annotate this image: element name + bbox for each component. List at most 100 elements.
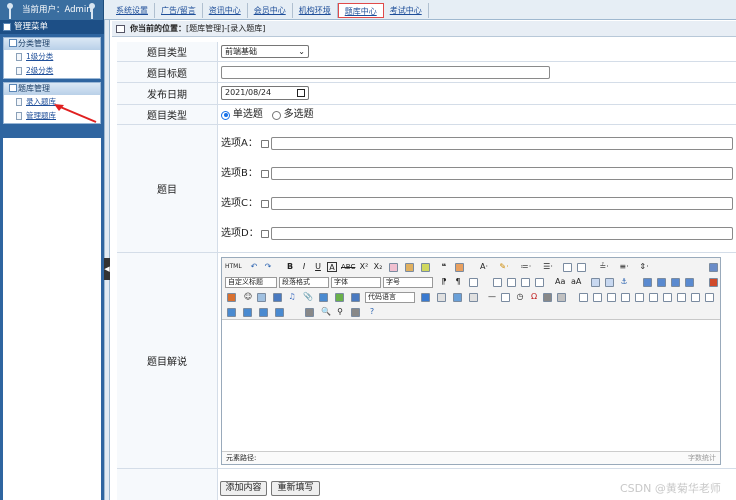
delete-table-icon[interactable]: [593, 293, 602, 302]
horizontal-rule-icon[interactable]: —: [487, 291, 497, 303]
merge-cells-icon[interactable]: [677, 293, 686, 302]
simple-upload-icon[interactable]: [709, 278, 718, 287]
image-left-icon[interactable]: [657, 278, 666, 287]
row-spacing-bottom-icon[interactable]: ≡·: [617, 261, 631, 273]
undo-icon[interactable]: ↶: [249, 261, 259, 273]
nav-tab-environment[interactable]: 机构环境: [293, 3, 338, 18]
format-painter-icon[interactable]: [405, 263, 414, 272]
fullscreen-icon[interactable]: [709, 263, 718, 272]
scrawl-icon[interactable]: [257, 293, 266, 302]
align-center-icon[interactable]: [507, 278, 516, 287]
font-size-dropdown[interactable]: 字号: [383, 277, 433, 288]
radio-single[interactable]: [221, 111, 230, 120]
option-d-input[interactable]: [271, 227, 733, 240]
split-to-cols-icon[interactable]: [259, 308, 268, 317]
option-a-input[interactable]: [271, 137, 733, 150]
bold-icon[interactable]: B: [285, 261, 295, 273]
row-spacing-top-icon[interactable]: ≟·: [597, 261, 611, 273]
nav-tab-question-bank[interactable]: 题库中心: [338, 3, 384, 18]
insert-frame-icon[interactable]: [319, 293, 328, 302]
insert-code-icon[interactable]: [351, 293, 360, 302]
merge-right-icon[interactable]: [691, 293, 700, 302]
font-family-dropdown[interactable]: 字体: [331, 277, 381, 288]
drafts-icon[interactable]: [351, 308, 360, 317]
calendar-icon[interactable]: [297, 89, 305, 97]
option-b-input[interactable]: [271, 167, 733, 180]
unordered-list-icon[interactable]: ☰·: [541, 261, 555, 273]
option-b-checkbox[interactable]: [261, 170, 269, 178]
insert-video-icon[interactable]: [273, 293, 282, 302]
redo-icon[interactable]: ↷: [263, 261, 273, 273]
auto-typeset-icon[interactable]: [421, 263, 430, 272]
date-icon[interactable]: [501, 293, 510, 302]
background-icon[interactable]: [453, 293, 462, 302]
radio-multiple[interactable]: [272, 111, 281, 120]
sidebar-item-level1[interactable]: 1级分类: [4, 50, 100, 64]
delete-row-icon[interactable]: [635, 293, 644, 302]
nav-tab-ads[interactable]: 广告/留言: [155, 3, 203, 18]
collapse-arrow-icon[interactable]: ◀: [104, 258, 110, 280]
eraser-icon[interactable]: [389, 263, 398, 272]
split-to-cells-icon[interactable]: [227, 308, 236, 317]
option-c-checkbox[interactable]: [261, 200, 269, 208]
html-source-icon[interactable]: HTML: [225, 261, 239, 273]
option-a-checkbox[interactable]: [261, 140, 269, 148]
music-icon[interactable]: ♫: [287, 291, 297, 303]
border-text-icon[interactable]: A: [327, 262, 337, 272]
image-right-icon[interactable]: [671, 278, 680, 287]
delete-col-icon[interactable]: [663, 293, 672, 302]
strikethrough-icon[interactable]: ABC: [341, 261, 355, 273]
option-d-checkbox[interactable]: [261, 230, 269, 238]
italic-icon[interactable]: I: [299, 261, 309, 273]
insert-col-icon[interactable]: [649, 293, 658, 302]
paragraph-format-dropdown[interactable]: 段落格式: [279, 277, 329, 288]
align-left-icon[interactable]: [493, 278, 502, 287]
nav-tab-system[interactable]: 系统设置: [110, 3, 155, 18]
link-icon[interactable]: [591, 278, 600, 287]
date-input[interactable]: 2021/08/24: [221, 86, 309, 100]
preview-icon[interactable]: 🔍: [321, 306, 331, 318]
charts-icon[interactable]: [275, 308, 284, 317]
print-icon[interactable]: [305, 308, 314, 317]
code-language-dropdown[interactable]: 代码语言: [365, 292, 415, 303]
insert-row-icon[interactable]: [621, 293, 630, 302]
anchor-icon[interactable]: ⚓: [619, 276, 629, 288]
paste-plain-icon[interactable]: [455, 263, 464, 272]
blockquote-icon[interactable]: ❝: [439, 261, 449, 273]
emotion-icon[interactable]: ☺: [243, 291, 253, 303]
search-replace-icon[interactable]: ⚲: [335, 306, 345, 318]
subscript-icon[interactable]: X₂: [373, 261, 383, 273]
template-icon[interactable]: [437, 293, 446, 302]
reset-button[interactable]: 重新填写: [271, 481, 320, 496]
image-center-icon[interactable]: [685, 278, 694, 287]
snapscreen-icon[interactable]: [543, 293, 552, 302]
unlink-icon[interactable]: [605, 278, 614, 287]
special-chars-icon[interactable]: Ω: [529, 291, 539, 303]
ltr-icon[interactable]: ⁋: [439, 276, 449, 288]
image-none-icon[interactable]: [643, 278, 652, 287]
to-uppercase-icon[interactable]: Aa: [555, 276, 565, 288]
time-icon[interactable]: ◷: [515, 291, 525, 303]
split-to-rows-icon[interactable]: [243, 308, 252, 317]
align-justify-icon[interactable]: [535, 278, 544, 287]
align-right-icon[interactable]: [521, 278, 530, 287]
nav-tab-news[interactable]: 资讯中心: [203, 3, 248, 18]
title-input[interactable]: [221, 66, 550, 79]
submit-button[interactable]: 添加内容: [220, 481, 267, 496]
underline-icon[interactable]: U: [313, 261, 323, 273]
clear-doc-icon[interactable]: [577, 263, 586, 272]
help-icon[interactable]: ?: [367, 306, 377, 318]
wordimage-icon[interactable]: [469, 293, 478, 302]
insert-table-icon[interactable]: [579, 293, 588, 302]
category-select[interactable]: 前端基础⌄: [221, 45, 309, 58]
font-color-icon[interactable]: A·: [477, 261, 491, 273]
superscript-icon[interactable]: X²: [359, 261, 369, 273]
select-all-icon[interactable]: [563, 263, 572, 272]
sidebar-item-level2[interactable]: 2级分类: [4, 64, 100, 78]
word-image-icon[interactable]: [557, 293, 566, 302]
line-height-icon[interactable]: ⇕·: [637, 261, 651, 273]
editor-content-area[interactable]: [222, 320, 720, 451]
insert-paragraph-before-table-icon[interactable]: [607, 293, 616, 302]
map-icon[interactable]: [335, 293, 344, 302]
ordered-list-icon[interactable]: ≔·: [519, 261, 533, 273]
